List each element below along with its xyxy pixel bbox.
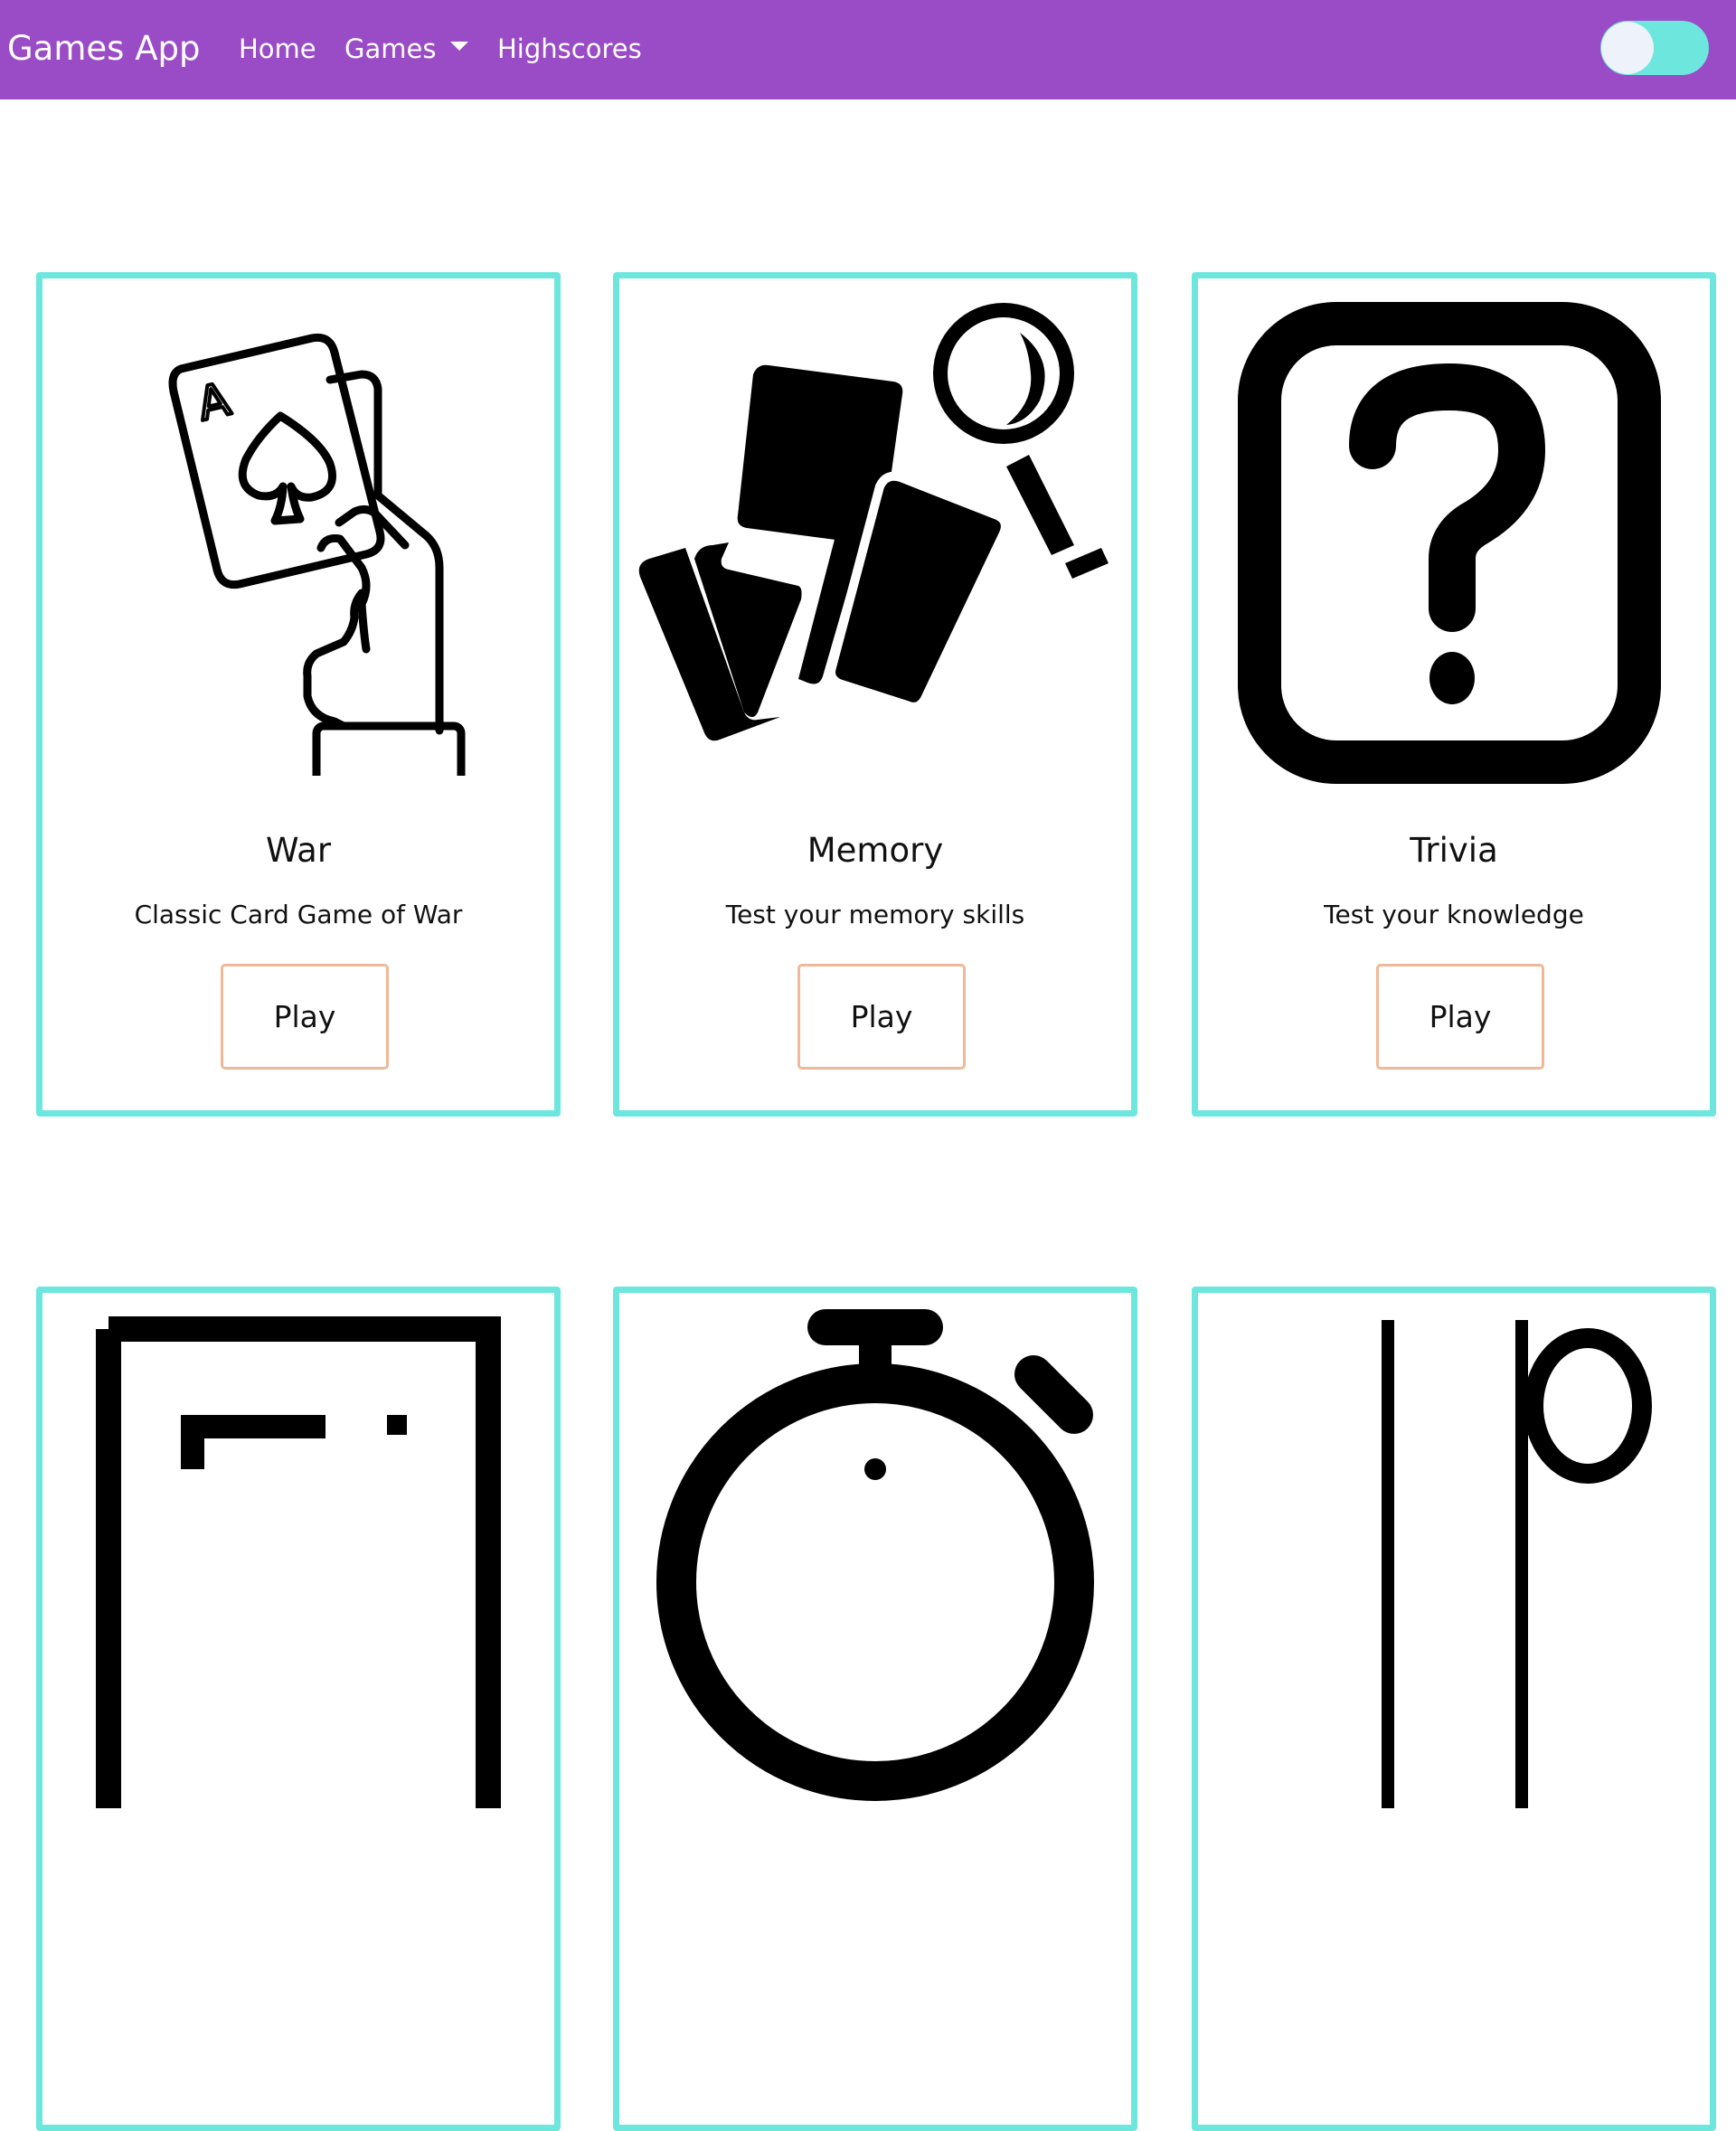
game-card-memory: Memory Test your memory skills Play [613, 272, 1137, 1117]
window-frame-icon [96, 1316, 501, 1808]
card-description: Test your knowledge [1324, 900, 1584, 929]
card-image [619, 278, 1131, 803]
cards-magnifier-icon [638, 303, 1109, 741]
card-image [619, 1293, 1131, 1817]
nav-games-dropdown[interactable]: Games [344, 30, 436, 68]
game-card-6 [1192, 1287, 1716, 2131]
play-button[interactable]: Play [1376, 964, 1544, 1070]
svg-text:A: A [193, 372, 234, 430]
theme-toggle[interactable] [1600, 21, 1709, 75]
brand-title[interactable]: Games App [7, 25, 200, 72]
play-button[interactable]: Play [221, 964, 389, 1070]
game-card-5 [613, 1287, 1137, 2131]
nav-highscores-link[interactable]: Highscores [497, 30, 642, 68]
nav-home-link[interactable]: Home [239, 30, 316, 68]
card-image [1198, 278, 1710, 803]
top-navbar: Games App Home Games Highscores [0, 0, 1736, 99]
card-title: War [265, 831, 332, 870]
chevron-down-icon[interactable] [450, 42, 468, 51]
game-card-4 [36, 1287, 561, 2131]
card-description: Classic Card Game of War [134, 900, 463, 929]
toggle-knob [1601, 22, 1654, 74]
hand-holding-cards-icon: A [168, 333, 466, 776]
card-title: Trivia [1410, 831, 1498, 870]
game-card-war: A War Classic Card Game of War Play [36, 272, 561, 1117]
number-ten-icon [1382, 1320, 1652, 1808]
question-mark-box-icon [1238, 302, 1661, 784]
card-image: A [42, 278, 554, 803]
card-image [1198, 1293, 1710, 1817]
card-description: Test your memory skills [725, 900, 1025, 929]
stopwatch-icon [656, 1309, 1094, 1801]
play-button[interactable]: Play [797, 964, 966, 1070]
game-card-trivia: Trivia Test your knowledge Play [1192, 272, 1716, 1117]
card-title: Memory [807, 831, 944, 870]
card-image [42, 1293, 554, 1817]
